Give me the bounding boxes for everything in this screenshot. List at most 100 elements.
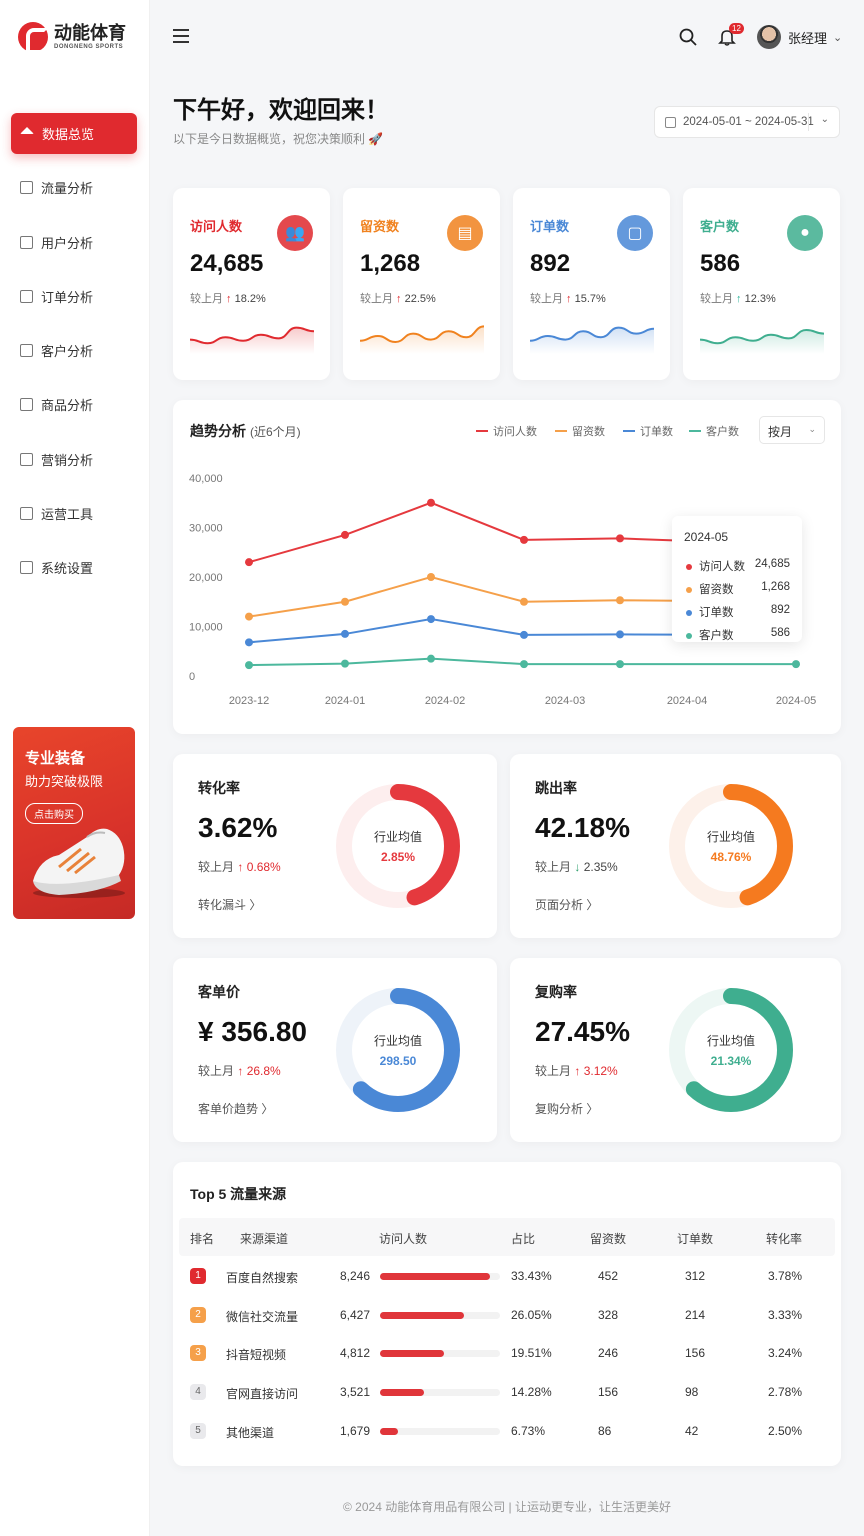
stat-label: 客户数 — [700, 219, 740, 234]
share-bar — [380, 1389, 500, 1397]
data-point[interactable] — [427, 573, 435, 581]
compare-value: 2.35% — [583, 860, 618, 874]
tools-icon — [20, 507, 33, 521]
search-icon[interactable] — [679, 28, 697, 46]
tooltip-row: 客户数 586 — [686, 627, 790, 643]
sidebar-item-marketing[interactable]: 营销分析 — [11, 439, 137, 480]
product-icon — [20, 398, 33, 412]
stat-card[interactable]: 留资数 1,268 较上月 ↑ 22.5% ▤ — [343, 188, 500, 380]
table-row[interactable]: 4 官网直接访问 3,521 14.28% 156 98 2.78% — [173, 1373, 841, 1411]
metric-compare: 较上月 ↑ 26.8% — [198, 1062, 281, 1079]
data-point[interactable] — [245, 638, 253, 647]
rank-badge: 3 — [190, 1345, 206, 1362]
sidebar-item-customers[interactable]: 客户分析 — [11, 330, 137, 371]
data-point[interactable] — [616, 596, 624, 605]
user-icon: ● — [787, 215, 823, 251]
brand-name-en: DONGNENG SPORTS — [54, 44, 124, 50]
data-point[interactable] — [427, 615, 435, 624]
stat-card[interactable]: 订单数 892 较上月 ↑ 15.7% ▢ — [513, 188, 670, 380]
traffic-sources-title: Top 5 流量来源 — [190, 1186, 287, 1202]
data-point[interactable] — [341, 659, 349, 668]
sidebar-item-users[interactable]: 用户分析 — [11, 222, 137, 263]
notification-bell[interactable]: 12 — [718, 23, 744, 46]
tooltip-row: 订单数 892 — [686, 604, 790, 620]
data-point[interactable] — [520, 630, 528, 639]
data-point[interactable] — [341, 629, 349, 638]
stat-label: 留资数 — [360, 219, 400, 234]
sidebar-item-settings[interactable]: 系统设置 — [11, 547, 137, 588]
compare-label: 较上月 — [198, 1064, 235, 1078]
metric-value: 3.62% — [198, 812, 278, 843]
logo[interactable]: 动能体育 DONGNENG SPORTS — [18, 22, 126, 54]
arrow-up-icon: ↑ — [234, 1064, 247, 1078]
sparkline-area — [190, 327, 314, 354]
data-point[interactable] — [616, 660, 624, 669]
compare-value: 26.8% — [246, 1064, 281, 1078]
data-point[interactable] — [341, 597, 349, 606]
tooltip-value: 586 — [770, 627, 790, 639]
donut-chart — [669, 988, 793, 1112]
data-point[interactable] — [427, 654, 435, 663]
metric-link[interactable]: 客单价趋势 〉 — [198, 1100, 273, 1117]
arrow-up-icon: ↑ — [223, 293, 235, 305]
sidebar-item-tools[interactable]: 运营工具 — [11, 493, 137, 534]
data-point[interactable] — [520, 660, 528, 669]
data-point[interactable] — [245, 558, 253, 567]
user-menu[interactable]: 张经理 ⌄ — [757, 25, 842, 49]
compare-value: 18.2% — [234, 293, 266, 305]
sidebar-item-traffic[interactable]: 流量分析 — [11, 167, 137, 208]
donut-label: 行业均值 — [373, 1034, 422, 1048]
date-range-picker[interactable]: 2024-05-01 ~ 2024-05-31 ⌄ — [654, 106, 840, 138]
sparkline — [530, 326, 654, 354]
donut-chart — [336, 988, 460, 1112]
share-bar — [380, 1273, 500, 1280]
donut-label: 行业均值 — [706, 1034, 755, 1048]
rate-value: 3.24% — [768, 1346, 803, 1361]
data-point[interactable] — [245, 612, 253, 621]
stat-compare: 较上月 ↑ 15.7% — [530, 290, 606, 306]
compare-value: 22.5% — [404, 293, 436, 305]
data-point[interactable] — [427, 498, 435, 507]
home-icon — [20, 127, 34, 134]
metric-link[interactable]: 转化漏斗 〉 — [198, 896, 261, 913]
sidebar-item-products[interactable]: 商品分析 — [11, 384, 137, 425]
stat-label: 访问人数 — [190, 219, 243, 234]
user-chart-icon — [20, 235, 33, 249]
data-point[interactable] — [245, 661, 253, 670]
data-point[interactable] — [616, 630, 624, 639]
brand-name: 动能体育 — [54, 23, 126, 43]
data-point[interactable] — [341, 530, 349, 539]
metric-compare: 较上月 ↑ 0.68% — [198, 858, 281, 875]
avatar — [757, 25, 781, 49]
metric-label: 客单价 — [198, 984, 240, 1000]
data-point[interactable] — [520, 535, 528, 544]
share-bar-fill — [380, 1311, 464, 1319]
compare-value: 15.7% — [574, 293, 606, 305]
stat-card[interactable]: 客户数 586 较上月 ↑ 12.3% ● — [683, 188, 840, 380]
data-point[interactable] — [520, 597, 528, 606]
stat-value: 1,268 — [360, 250, 421, 277]
data-point[interactable] — [792, 660, 800, 669]
sidebar-item-overview[interactable]: 数据总览 — [11, 113, 137, 154]
table-row[interactable]: 1 百度自然搜索 8,246 33.43% 452 312 3.78% — [173, 1257, 841, 1295]
chevron-down-icon: ⌄ — [820, 114, 829, 125]
promo-banner[interactable]: 专业装备 助力突破极限 点击购买 — [13, 727, 135, 919]
metric-link[interactable]: 页面分析 〉 — [535, 896, 598, 913]
sidebar-item-orders[interactable]: 订单分析 — [11, 276, 137, 317]
metric-label: 跳出率 — [535, 780, 577, 796]
table-row[interactable]: 2 微信社交流量 6,427 26.05% 328 214 3.33% — [173, 1296, 841, 1334]
table-row[interactable]: 5 其他渠道 1,679 6.73% 86 42 2.50% — [173, 1412, 841, 1450]
donut-value: 2.85% — [380, 850, 416, 864]
table-row[interactable]: 3 抖音短视频 4,812 19.51% 246 156 3.24% — [173, 1334, 841, 1372]
rank-badge: 5 — [190, 1422, 206, 1439]
metric-link[interactable]: 复购分析 〉 — [535, 1100, 598, 1117]
data-point[interactable] — [616, 534, 624, 543]
stat-compare: 较上月 ↑ 18.2% — [190, 290, 266, 306]
compare-label: 较上月 — [198, 860, 235, 874]
menu-toggle-icon[interactable] — [173, 29, 189, 45]
leads-value: 86 — [598, 1423, 612, 1438]
stat-card[interactable]: 访问人数 24,685 较上月 ↑ 18.2% 👥 — [173, 188, 330, 380]
stat-compare: 较上月 ↑ 12.3% — [700, 290, 776, 306]
compare-label: 较上月 — [530, 293, 563, 305]
tooltip-label: 订单数 — [699, 607, 734, 619]
